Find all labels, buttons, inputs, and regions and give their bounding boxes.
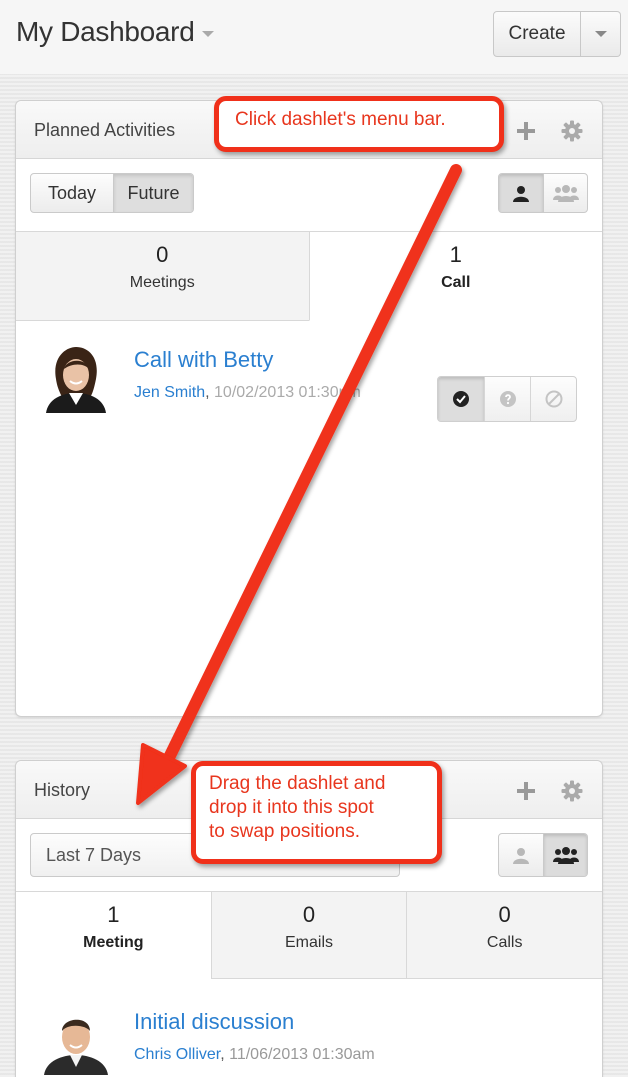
tab-calls[interactable]: 0 Calls [406, 892, 603, 978]
planned-activities-dashlet: Planned Activities Today Future 0 Meetin… [15, 100, 603, 717]
create-button-group: Create [493, 11, 621, 57]
tab-label: Meetings [129, 274, 195, 291]
gear-icon[interactable] [561, 780, 583, 802]
cancel-icon [545, 390, 562, 408]
tab-meeting[interactable]: 1 Meeting [16, 892, 211, 979]
create-dropdown-button[interactable] [581, 11, 621, 57]
visibility-toggle [498, 173, 588, 213]
callout-click-menu-bar: Click dashlet's menu bar. [214, 96, 504, 152]
tab-emails[interactable]: 0 Emails [210, 892, 407, 978]
assigned-user-link[interactable]: Jen Smith [134, 384, 205, 401]
cancel-button[interactable] [530, 377, 576, 421]
my-items-button[interactable] [499, 834, 543, 876]
list-item: Initial discussion Chris Olliver, 11/06/… [16, 1001, 602, 1077]
tab-count: 0 [156, 242, 169, 267]
page-title: My Dashboard [16, 16, 195, 47]
tab-count: 0 [302, 902, 316, 927]
team-items-button[interactable] [543, 834, 587, 876]
assigned-user-link[interactable]: Chris Olliver [134, 1046, 220, 1063]
avatar[interactable] [42, 1007, 110, 1075]
record-meta: Jen Smith, 10/02/2013 01:30pm [134, 384, 361, 401]
history-tabs: 1 Meeting 0 Emails 0 Calls [16, 891, 603, 979]
tab-label: Meeting [83, 934, 144, 951]
tab-meetings[interactable]: 0 Meetings [16, 232, 309, 320]
tab-label: Calls [486, 934, 523, 951]
record-date: 11/06/2013 01:30am [229, 1046, 375, 1063]
dashlet-title: Planned Activities [34, 120, 176, 140]
tab-count: 1 [449, 242, 462, 267]
held-button[interactable] [438, 377, 484, 421]
plus-icon[interactable] [517, 122, 535, 140]
dashlet-title: History [34, 780, 91, 800]
team-items-button[interactable] [543, 174, 587, 212]
create-button[interactable]: Create [493, 11, 581, 57]
record-date: 10/02/2013 01:30pm [214, 384, 361, 401]
record-subject-link[interactable]: Initial discussion [134, 1009, 294, 1035]
group-icon [552, 847, 579, 864]
gear-icon[interactable] [561, 120, 583, 142]
visibility-toggle [498, 833, 588, 877]
avatar[interactable] [42, 345, 110, 413]
user-icon [513, 847, 529, 864]
caret-down-icon [202, 31, 215, 37]
group-icon [552, 185, 579, 202]
list-item: Call with Betty Jen Smith, 10/02/2013 01… [16, 341, 602, 422]
callout-text-line: to swap positions. [209, 821, 361, 842]
range-select-value: Last 7 Days [46, 844, 142, 865]
check-icon [453, 391, 469, 407]
tab-calls[interactable]: 1 Call [308, 232, 602, 321]
callout-text-line: drop it into this spot [209, 797, 374, 818]
callout-text: Click dashlet's menu bar. [235, 109, 446, 130]
range-tabs: Today Future [30, 173, 194, 213]
range-future-button[interactable]: Future [113, 174, 193, 212]
range-today-button[interactable]: Today [31, 174, 113, 212]
tab-count: 0 [498, 902, 511, 927]
plus-icon[interactable] [517, 782, 535, 800]
tab-count: 1 [107, 902, 120, 927]
my-items-button[interactable] [499, 174, 543, 212]
tab-label: Call [441, 274, 471, 291]
page-header: My Dashboard Create [0, 0, 628, 74]
callout-text-line: Drag the dashlet and [209, 773, 386, 794]
call-status-buttons [437, 376, 577, 422]
dashboard-title-menu[interactable]: My Dashboard [16, 16, 215, 48]
record-subject-link[interactable]: Call with Betty [134, 347, 273, 373]
user-icon [513, 185, 529, 202]
callout-drag-dashlet: Drag the dashlet and drop it into this s… [191, 761, 442, 864]
caret-down-icon [594, 31, 607, 37]
question-icon [499, 391, 516, 407]
record-meta: Chris Olliver, 11/06/2013 01:30am [134, 1046, 375, 1063]
not-held-button[interactable] [484, 377, 530, 421]
tab-label: Emails [285, 934, 334, 951]
planned-tabs: 0 Meetings 1 Call [16, 231, 602, 321]
